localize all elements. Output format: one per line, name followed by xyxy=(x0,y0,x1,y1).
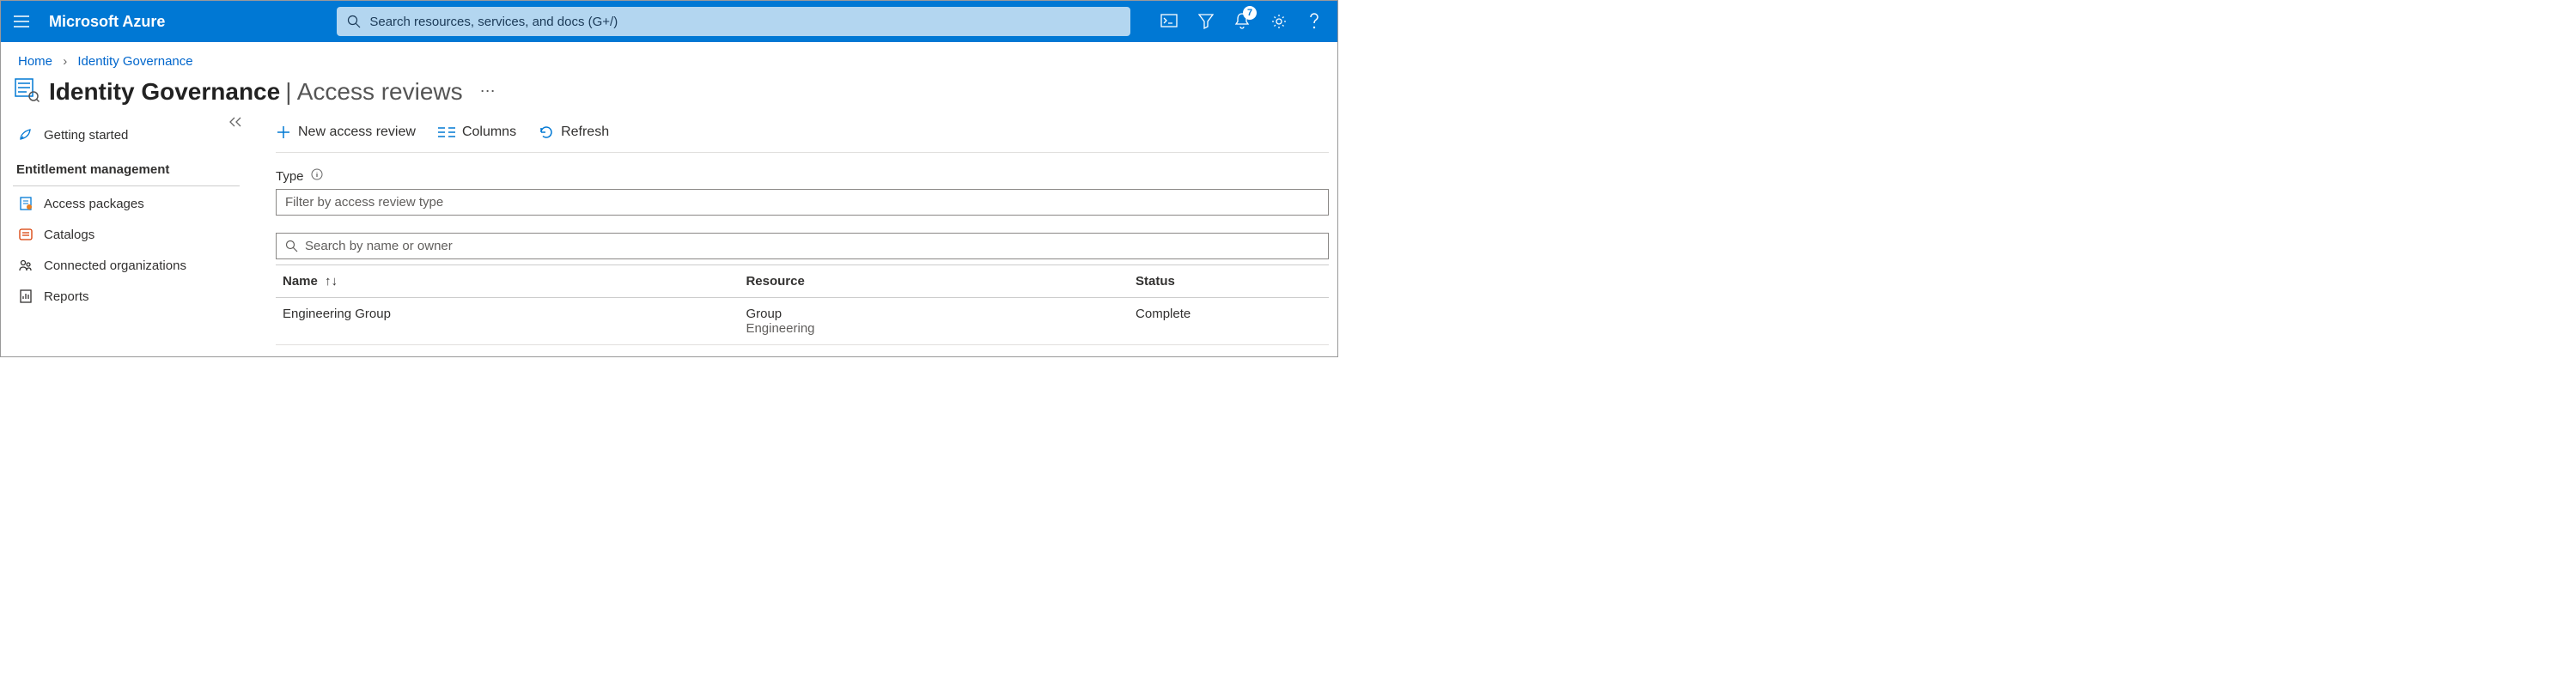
catalog-icon xyxy=(16,227,35,242)
notification-badge: 7 xyxy=(1243,6,1257,20)
settings-button[interactable] xyxy=(1270,13,1288,30)
breadcrumb: Home › Identity Governance xyxy=(1,42,1337,74)
topbar: Microsoft Azure 7 xyxy=(1,1,1337,42)
identity-governance-icon xyxy=(13,76,40,107)
search-icon xyxy=(285,240,298,252)
access-reviews-table: Name ↑↓ Resource Status Engineering Grou… xyxy=(276,264,1329,345)
package-icon xyxy=(16,196,35,211)
refresh-icon xyxy=(539,125,554,140)
cell-name: Engineering Group xyxy=(276,298,739,345)
table-row[interactable]: Engineering Group Group Engineering Comp… xyxy=(276,298,1329,345)
new-access-review-button[interactable]: New access review xyxy=(276,125,416,140)
sidebar-item-getting-started[interactable]: Getting started xyxy=(13,119,240,150)
columns-icon xyxy=(438,126,455,138)
search-icon xyxy=(347,15,361,28)
collapse-sidebar-button[interactable] xyxy=(228,116,243,132)
brand-label[interactable]: Microsoft Azure xyxy=(49,13,165,31)
page-title-row: Identity Governance | Access reviews ⋯ xyxy=(1,74,1337,119)
sidebar-item-label: Reports xyxy=(44,289,89,304)
page-title: Identity Governance xyxy=(49,78,280,106)
breadcrumb-separator: › xyxy=(63,54,67,69)
more-menu[interactable]: ⋯ xyxy=(480,82,496,100)
column-header-resource[interactable]: Resource xyxy=(739,265,1129,298)
sidebar: Getting started Entitlement management A… xyxy=(1,119,250,345)
plus-icon xyxy=(276,125,291,140)
sidebar-item-label: Catalogs xyxy=(44,228,94,242)
sidebar-item-reports[interactable]: Reports xyxy=(13,281,240,312)
global-search-input[interactable] xyxy=(369,15,1120,29)
global-search[interactable] xyxy=(337,7,1130,36)
hamburger-menu[interactable] xyxy=(1,15,42,27)
help-button[interactable] xyxy=(1308,12,1320,31)
sidebar-item-label: Connected organizations xyxy=(44,258,186,273)
filter-icon xyxy=(1198,13,1214,30)
getting-started-icon xyxy=(16,127,35,143)
columns-button[interactable]: Columns xyxy=(438,125,516,140)
sort-icon: ↑↓ xyxy=(325,274,338,289)
cloud-shell-button[interactable] xyxy=(1160,14,1178,29)
notifications-button[interactable]: 7 xyxy=(1234,13,1250,30)
breadcrumb-home[interactable]: Home xyxy=(18,54,52,69)
toolbar-label: New access review xyxy=(298,125,416,140)
info-icon[interactable] xyxy=(311,168,323,184)
cell-resource: Group Engineering xyxy=(739,298,1129,345)
sidebar-item-access-packages[interactable]: Access packages xyxy=(13,188,240,219)
chevron-left-double-icon xyxy=(228,116,243,128)
sidebar-item-connected-orgs[interactable]: Connected organizations xyxy=(13,250,240,281)
type-filter-label: Type xyxy=(276,153,1329,184)
type-filter-input[interactable] xyxy=(276,189,1329,216)
breadcrumb-current[interactable]: Identity Governance xyxy=(77,54,192,69)
people-icon xyxy=(16,258,35,273)
toolbar-label: Columns xyxy=(462,125,516,140)
main-content: New access review Columns Refresh Type xyxy=(250,119,1337,345)
cell-status: Complete xyxy=(1129,298,1329,345)
sidebar-item-label: Access packages xyxy=(44,197,144,211)
help-icon xyxy=(1308,12,1320,31)
toolbar: New access review Columns Refresh xyxy=(276,119,1329,153)
sidebar-section-entitlement: Entitlement management xyxy=(13,150,240,186)
sidebar-item-label: Getting started xyxy=(44,128,128,143)
reports-icon xyxy=(16,289,35,304)
column-header-status[interactable]: Status xyxy=(1129,265,1329,298)
toolbar-label: Refresh xyxy=(561,125,609,140)
page-subtitle: | Access reviews xyxy=(285,78,462,106)
hamburger-icon xyxy=(14,15,29,27)
refresh-button[interactable]: Refresh xyxy=(539,125,609,140)
gear-icon xyxy=(1270,13,1288,30)
directory-filter-button[interactable] xyxy=(1198,13,1214,30)
sidebar-item-catalogs[interactable]: Catalogs xyxy=(13,219,240,250)
name-owner-search[interactable] xyxy=(276,233,1329,259)
cloud-shell-icon xyxy=(1160,14,1178,29)
column-header-name[interactable]: Name ↑↓ xyxy=(276,265,739,298)
